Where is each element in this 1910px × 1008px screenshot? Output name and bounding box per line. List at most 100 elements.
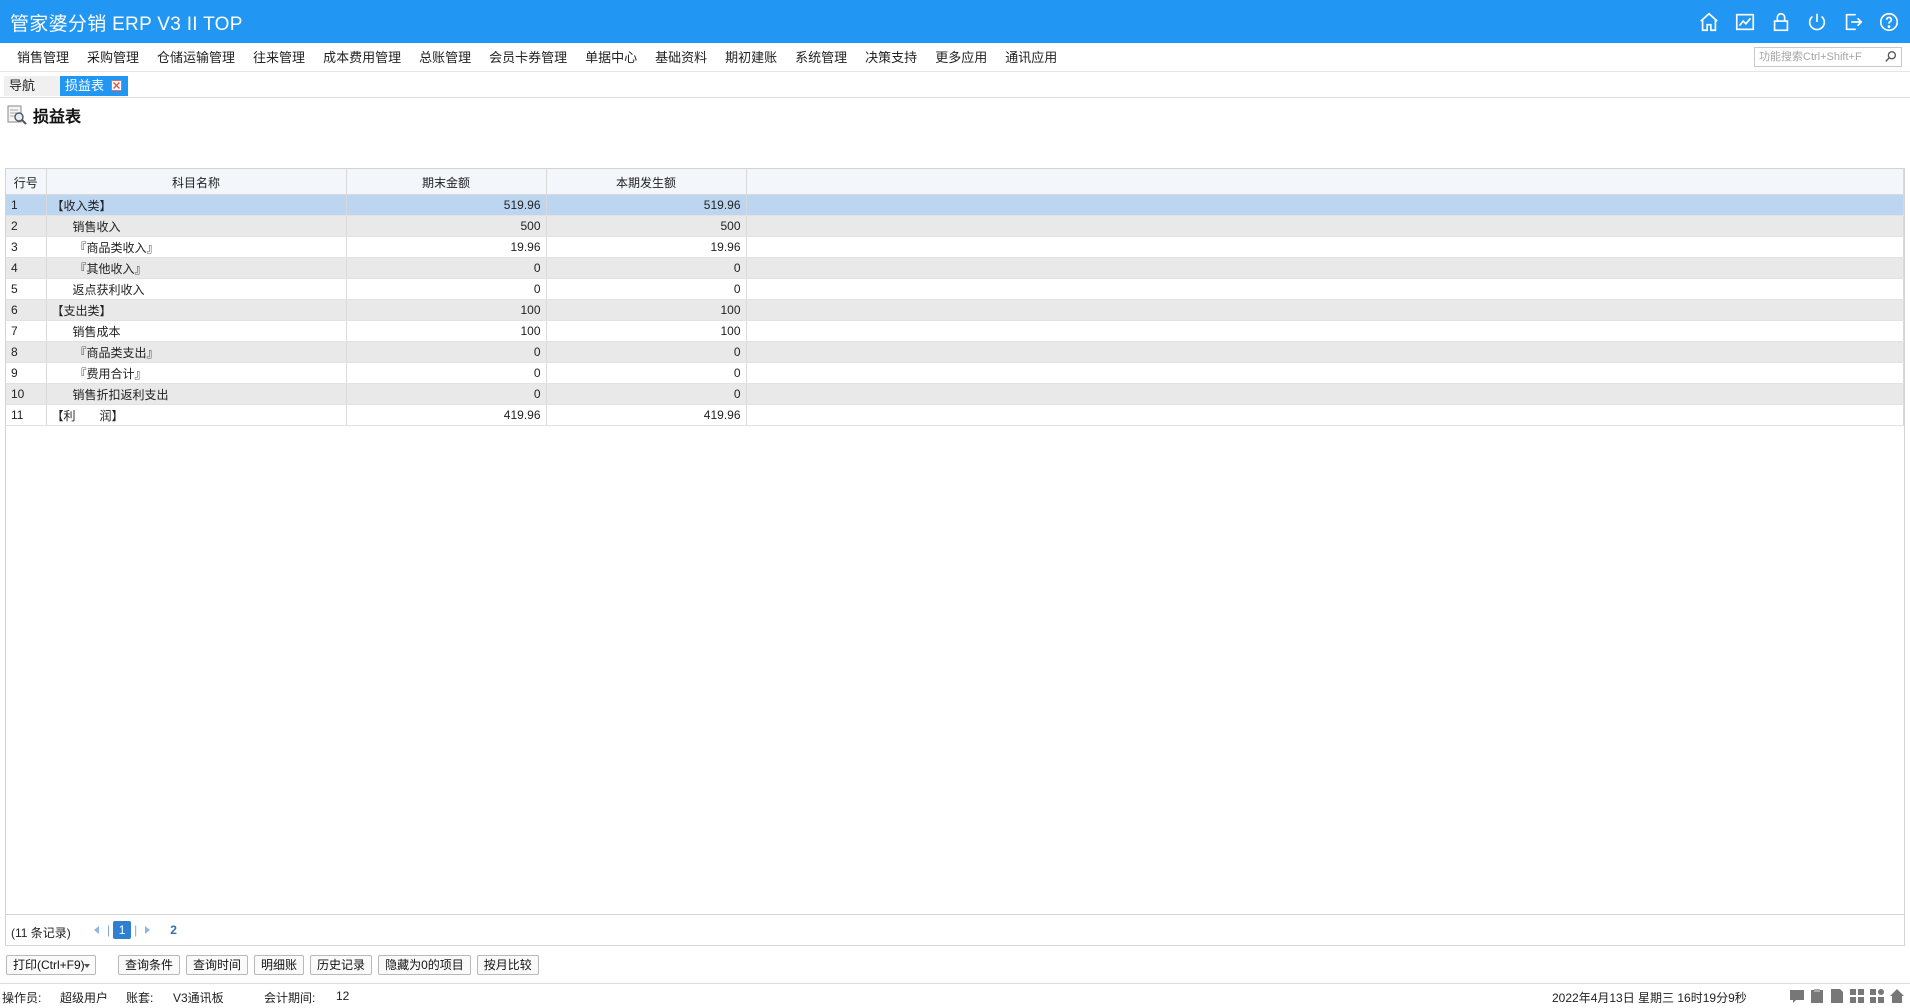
menu-item-opening[interactable]: 期初建账 [716, 43, 786, 71]
menu-item-decision[interactable]: 决策支持 [856, 43, 926, 71]
cell-account-name: 【收入类】 [46, 194, 347, 216]
cell-end-amount: 0 [346, 341, 547, 363]
cell-account-name: 销售折扣返利支出 [46, 383, 347, 405]
table-row[interactable]: 8 『商品类支出』 0 0 [6, 341, 1904, 363]
table-row[interactable]: 1 【收入类】 519.96 519.96 [6, 194, 1904, 216]
tab-navigation[interactable]: 导航 [4, 76, 62, 96]
period-label: 会计期间: [264, 991, 316, 1005]
help-icon[interactable] [1876, 9, 1902, 35]
chevron-down-icon[interactable] [84, 964, 90, 968]
status-bar: 操作员: 超级用户 账套: V3通讯板 会计期间: 12 2022年4月13日 … [0, 983, 1910, 1008]
col-header-row-no[interactable]: 行号 [6, 169, 47, 195]
menu-item-warehouse[interactable]: 仓储运输管理 [148, 43, 244, 71]
history-button[interactable]: 历史记录 [310, 955, 373, 975]
menu-item-sales[interactable]: 销售管理 [8, 43, 78, 71]
compare-by-month-button[interactable]: 按月比较 [476, 955, 539, 975]
table-row[interactable]: 5 返点获利收入 0 0 [6, 278, 1904, 300]
table-row[interactable]: 9 『费用合计』 0 0 [6, 362, 1904, 384]
menu-item-purchase[interactable]: 采购管理 [78, 43, 148, 71]
chart-icon[interactable] [1732, 9, 1758, 35]
power-icon[interactable] [1804, 9, 1830, 35]
table-row[interactable]: 3 『商品类收入』 19.96 19.96 [6, 236, 1904, 258]
table-row[interactable]: 10 销售折扣返利支出 0 0 [6, 383, 1904, 405]
logout-icon[interactable] [1840, 9, 1866, 35]
cell-row-no: 6 [6, 299, 47, 321]
cell-end-amount: 100 [346, 320, 547, 342]
cell-row-no: 8 [6, 341, 47, 363]
menu-item-accounts[interactable]: 往来管理 [244, 43, 314, 71]
menu-item-cost[interactable]: 成本费用管理 [314, 43, 410, 71]
col-header-account-name[interactable]: 科目名称 [46, 169, 347, 195]
clipboard-icon[interactable] [1808, 987, 1826, 1005]
apps-icon[interactable] [1868, 987, 1886, 1005]
cell-row-no: 10 [6, 383, 47, 405]
menu-item-member[interactable]: 会员卡券管理 [480, 43, 576, 71]
menu-item-more[interactable]: 更多应用 [926, 43, 996, 71]
cell-row-no: 4 [6, 257, 47, 279]
title-bar: 管家婆分销 ERP V3 II TOP [0, 0, 1910, 43]
home-icon[interactable] [1888, 987, 1906, 1005]
document-icon[interactable] [1828, 987, 1846, 1005]
current-page[interactable]: 1 [113, 921, 132, 939]
col-header-period-amount[interactable]: 本期发生额 [546, 169, 747, 195]
cell-row-no: 11 [6, 404, 47, 426]
close-icon[interactable] [111, 80, 123, 91]
menu-item-ledger[interactable]: 总账管理 [410, 43, 480, 71]
menu-item-basics[interactable]: 基础资料 [646, 43, 716, 71]
query-time-button[interactable]: 查询时间 [186, 955, 249, 975]
cell-filler [746, 383, 1904, 405]
menu-item-documents[interactable]: 单据中心 [576, 43, 646, 71]
search-input[interactable] [1755, 48, 1883, 66]
cell-period-amount: 100 [546, 299, 747, 321]
tab-bar: 导航 损益表 [0, 72, 1910, 98]
table-row[interactable]: 4 『其他收入』 0 0 [6, 257, 1904, 279]
cell-account-name: 销售成本 [46, 320, 347, 342]
function-search [1754, 47, 1902, 67]
cell-end-amount: 419.96 [346, 404, 547, 426]
page-title: 损益表 [33, 109, 82, 126]
menu-item-system[interactable]: 系统管理 [786, 43, 856, 71]
cell-filler [746, 278, 1904, 300]
cell-filler [746, 320, 1904, 342]
cell-end-amount: 0 [346, 362, 547, 384]
table-row[interactable]: 7 销售成本 100 100 [6, 320, 1904, 342]
lock-icon[interactable] [1768, 9, 1794, 35]
menu-item-comm[interactable]: 通讯应用 [996, 43, 1066, 71]
cell-row-no: 9 [6, 362, 47, 384]
pagination-controls: | 1 | 2 [88, 921, 177, 939]
profit-loss-table: 行号 科目名称 期末金额 本期发生额 1 【收入类】 519.96 519.96… [6, 169, 1904, 426]
home-icon[interactable] [1696, 9, 1722, 35]
total-pages[interactable]: 2 [170, 923, 177, 937]
hide-zero-items-button[interactable]: 隐藏为0的项目 [378, 955, 471, 975]
cell-end-amount: 0 [346, 383, 547, 405]
tab-profit-loss[interactable]: 损益表 [60, 76, 129, 96]
grid-icon[interactable] [1848, 987, 1866, 1005]
table-row[interactable]: 11 【利 润】 419.96 419.96 [6, 404, 1904, 426]
cell-end-amount: 500 [346, 215, 547, 237]
message-icon[interactable] [1788, 987, 1806, 1005]
main-menu-bar: 销售管理 采购管理 仓储运输管理 往来管理 成本费用管理 总账管理 会员卡券管理… [0, 43, 1910, 72]
print-button[interactable]: 打印(Ctrl+F9) [6, 955, 96, 975]
cell-row-no: 2 [6, 215, 47, 237]
table-row[interactable]: 6 【支出类】 100 100 [6, 299, 1904, 321]
prev-page-icon[interactable] [88, 922, 104, 938]
query-conditions-button[interactable]: 查询条件 [118, 955, 181, 975]
cell-account-name: 『其他收入』 [46, 257, 347, 279]
table-row[interactable]: 2 销售收入 500 500 [6, 215, 1904, 237]
cell-period-amount: 500 [546, 215, 747, 237]
cell-account-name: 返点获利收入 [46, 278, 347, 300]
report-magnifier-icon [7, 105, 27, 125]
cell-period-amount: 519.96 [546, 194, 747, 216]
detail-ledger-button[interactable]: 明细账 [254, 955, 305, 975]
search-icon[interactable] [1884, 50, 1898, 64]
cell-period-amount: 419.96 [546, 404, 747, 426]
action-button-bar: 打印(Ctrl+F9) 查询条件 查询时间 明细账 历史记录 隐藏为0的项目 按… [6, 955, 539, 977]
col-header-end-amount[interactable]: 期末金额 [346, 169, 547, 195]
cell-period-amount: 19.96 [546, 236, 747, 258]
cell-filler [746, 257, 1904, 279]
pagination-bar: (11 条记录) | 1 | 2 [6, 914, 1904, 945]
cell-filler [746, 299, 1904, 321]
cell-period-amount: 0 [546, 278, 747, 300]
cell-row-no: 7 [6, 320, 47, 342]
next-page-icon[interactable] [140, 922, 156, 938]
